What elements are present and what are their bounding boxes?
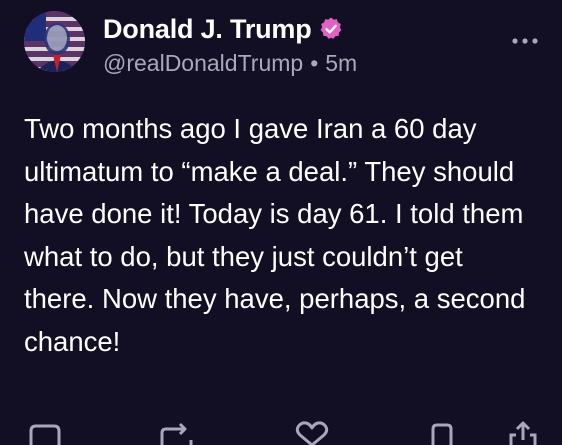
avatar[interactable]: [24, 11, 85, 72]
bookmark-icon: [431, 423, 453, 445]
share-icon: [509, 421, 537, 445]
retruth-button[interactable]: [158, 420, 198, 445]
author-name-row: Donald J. Trump: [103, 12, 344, 46]
share-button[interactable]: [505, 420, 541, 445]
retruth-icon: [160, 422, 193, 445]
author-meta-row: @realDonaldTrump • 5m: [103, 48, 357, 78]
post-text: Two months ago I gave Iran a 60 day ulti…: [24, 113, 526, 357]
meta-separator: •: [310, 50, 319, 76]
reply-button[interactable]: [27, 420, 63, 445]
verified-badge-icon: [318, 16, 344, 42]
more-options-icon: [512, 38, 538, 44]
post-timestamp[interactable]: 5m: [325, 50, 357, 76]
reply-icon: [29, 424, 61, 445]
bookmark-button[interactable]: [424, 420, 460, 445]
like-icon: [295, 421, 329, 445]
more-options-button[interactable]: [510, 34, 540, 48]
author-handle[interactable]: @realDonaldTrump: [103, 50, 303, 76]
like-button[interactable]: [294, 420, 330, 445]
action-bar: [0, 420, 562, 445]
post-card: Donald J. Trump @realDonaldTrump • 5m Two …: [0, 0, 562, 445]
avatar-image: [24, 11, 85, 72]
author-display-name[interactable]: Donald J. Trump: [103, 12, 312, 46]
